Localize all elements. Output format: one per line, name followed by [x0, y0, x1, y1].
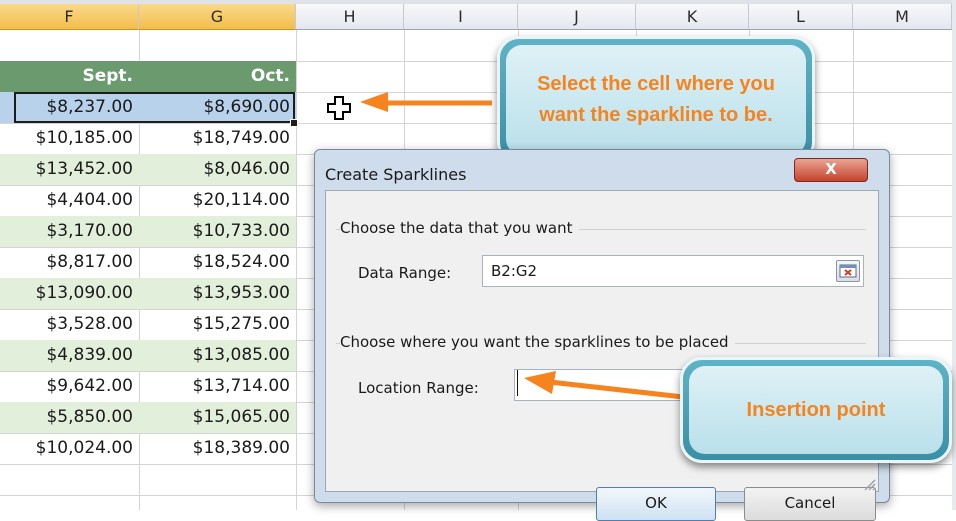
callout-insertion-point: Insertion point — [680, 357, 952, 463]
cell-g-header[interactable]: Oct. — [139, 61, 296, 92]
range-picker-icon — [839, 264, 857, 278]
cell-g[interactable]: $15,275.00 — [139, 309, 296, 340]
callout-body: Insertion point — [689, 366, 943, 454]
column-header-k[interactable]: K — [636, 4, 749, 30]
cell-f[interactable]: $13,090.00 — [0, 278, 139, 309]
cell-g[interactable]: $8,046.00 — [139, 154, 296, 185]
column-header-h[interactable]: H — [296, 4, 404, 30]
cell-f[interactable]: $4,404.00 — [0, 185, 139, 216]
cell-g[interactable]: $18,749.00 — [139, 123, 296, 154]
column-header-f[interactable]: F — [0, 4, 139, 30]
dialog-title: Create Sparklines — [325, 165, 467, 184]
cell-g[interactable]: $18,524.00 — [139, 247, 296, 278]
cell-g[interactable]: $10,733.00 — [139, 216, 296, 247]
cell-g[interactable]: $20,114.00 — [139, 185, 296, 216]
cell-f[interactable]: $5,850.00 — [0, 402, 139, 433]
column-header-j[interactable]: J — [518, 4, 636, 30]
cell-f[interactable]: $13,452.00 — [0, 154, 139, 185]
resize-grip-icon[interactable] — [863, 478, 877, 492]
column-header-l[interactable]: L — [749, 4, 853, 30]
range-picker-button[interactable] — [836, 260, 860, 282]
cell-g[interactable]: $13,085.00 — [139, 340, 296, 371]
data-group-title: Choose the data that you want — [340, 219, 579, 237]
cell-f[interactable]: $8,817.00 — [0, 247, 139, 278]
cancel-button[interactable]: Cancel — [744, 487, 876, 521]
ok-button[interactable]: OK — [596, 487, 716, 521]
column-header-i[interactable]: I — [404, 4, 518, 30]
fill-handle[interactable] — [290, 119, 298, 127]
close-icon: X — [825, 160, 837, 178]
callout-text: Select the cell where you want the spark… — [537, 73, 775, 126]
plus-cursor-icon — [327, 96, 351, 120]
data-range-input[interactable]: B2:G2 — [482, 255, 864, 287]
callout-select-cell: Select the cell where you want the spark… — [497, 36, 815, 164]
location-group-title: Choose where you want the sparklines to … — [340, 333, 735, 351]
text-caret — [517, 370, 518, 396]
cell-f[interactable]: $10,185.00 — [0, 123, 139, 154]
close-button[interactable]: X — [794, 158, 868, 182]
column-header-g[interactable]: G — [139, 4, 296, 30]
cell-g[interactable]: $13,714.00 — [139, 371, 296, 402]
cell-g[interactable]: $15,065.00 — [139, 402, 296, 433]
cell-g[interactable]: $13,953.00 — [139, 278, 296, 309]
data-range-label: Data Range: — [358, 264, 452, 282]
pointer-arrow-icon — [360, 92, 492, 112]
cell-f[interactable]: $4,839.00 — [0, 340, 139, 371]
cell-f[interactable]: $3,170.00 — [0, 216, 139, 247]
insertion-arrow-icon — [524, 371, 693, 401]
cell-f[interactable]: $10,024.00 — [0, 433, 139, 464]
cell-f-header[interactable]: Sept. — [0, 61, 139, 92]
data-range-value: B2:G2 — [491, 262, 538, 280]
window-edge — [952, 0, 956, 510]
callout-body: Select the cell where you want the spark… — [506, 45, 806, 155]
selection-border — [14, 92, 295, 123]
callout-text: Insertion point — [746, 398, 886, 421]
grid-line — [296, 30, 297, 510]
location-range-label: Location Range: — [358, 379, 479, 397]
cell-f[interactable]: $3,528.00 — [0, 309, 139, 340]
column-header-m[interactable]: M — [853, 4, 952, 30]
cell-g[interactable]: $18,389.00 — [139, 433, 296, 464]
cell-f[interactable]: $9,642.00 — [0, 371, 139, 402]
